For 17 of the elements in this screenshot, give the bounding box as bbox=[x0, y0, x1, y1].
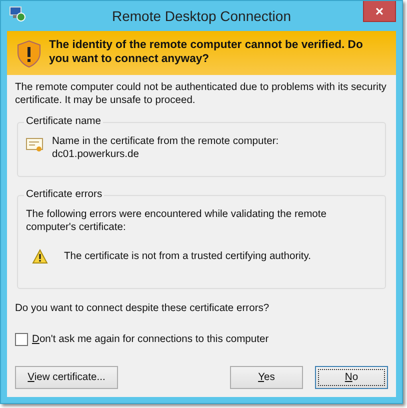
dont-ask-checkbox[interactable]: Don't ask me again for connections to this computer bbox=[7, 332, 396, 346]
dialog-button[interactable]: View certificate... bbox=[15, 366, 118, 389]
app-icon bbox=[9, 6, 26, 22]
close-button[interactable]: × bbox=[363, 1, 396, 22]
errors-intro: The following errors were encountered while validating the remote computer's certificate: bbox=[26, 208, 328, 234]
shield-warning-icon bbox=[17, 40, 41, 68]
certificate-name-label: Name in the certificate from the remote computer: bbox=[52, 134, 279, 148]
intro-text: The remote computer could not be authenticated due to problems with its security certificate. It may be unsafe to proceed. bbox=[14, 81, 388, 108]
error-text: The certificate is not from a trusted certifying authority. bbox=[64, 250, 312, 264]
warning-icon bbox=[32, 249, 48, 264]
certificate-icon bbox=[26, 136, 44, 153]
dialog-button[interactable]: No bbox=[315, 366, 388, 389]
question-text: Do you want to connect despite these certificate errors? bbox=[14, 302, 270, 316]
dialog-button[interactable]: Yes bbox=[230, 366, 303, 389]
certificate-name-value: dc01.powerkurs.de bbox=[52, 148, 140, 162]
window-title: Remote Desktop Connection bbox=[112, 6, 291, 26]
banner-text: The identity of the remote computer cannot be verified. Do you want to connect anyway? bbox=[49, 38, 364, 66]
